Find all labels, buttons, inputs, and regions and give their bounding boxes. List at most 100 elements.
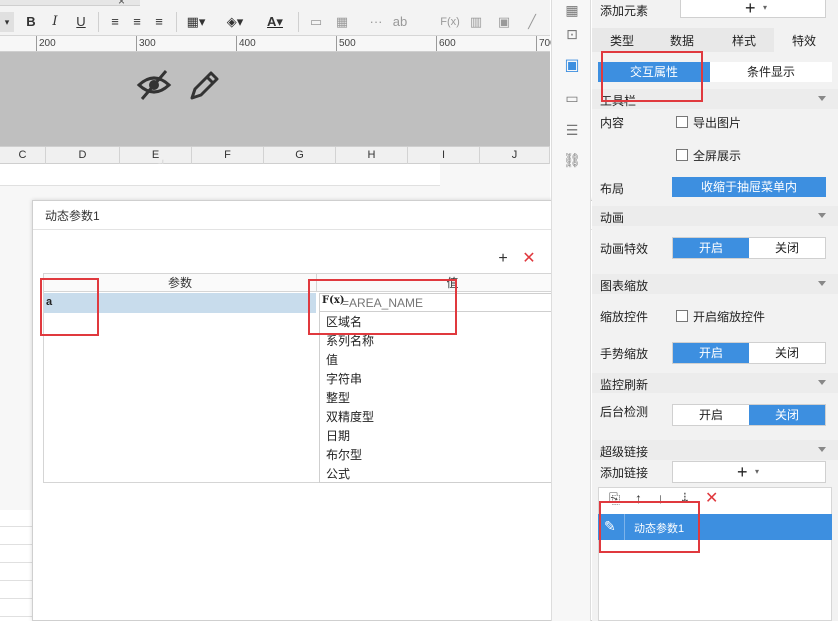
app-root: × ▾ B I U ≡ ≡ ≡ ▦▾ ◈▾ A▾ ▭ ▦ ··· ab F(x)… [0, 0, 838, 621]
layout-label: 布局 [600, 182, 625, 196]
insert-chart-icon[interactable]: ▥ [466, 12, 486, 32]
align-right-icon[interactable]: ≡ [150, 12, 168, 32]
section-label: 监控刷新 [600, 378, 649, 392]
highlight-box-link [599, 501, 700, 553]
section-label: 动画 [600, 211, 625, 225]
section-label: 图表缩放 [600, 279, 649, 293]
insert-ellipsis-icon[interactable]: ··· [366, 12, 386, 32]
option-integer[interactable]: 整型 [326, 389, 576, 408]
section-chart-zoom[interactable]: 图表缩放 [592, 274, 838, 294]
chevron-down-icon: ▾ [763, 3, 768, 12]
align-left-icon[interactable]: ≡ [106, 12, 124, 32]
background-on-button[interactable]: 开启 [673, 405, 749, 425]
insert-image-icon[interactable]: ▣ [494, 12, 514, 32]
section-monitor-refresh[interactable]: 监控刷新 [592, 373, 838, 393]
export-image-label: 导出图片 [693, 116, 742, 130]
border-icon[interactable]: ▦▾ [182, 12, 210, 32]
animation-off-button[interactable]: 关闭 [749, 238, 825, 258]
fill-color-icon[interactable]: ◈▾ [220, 12, 250, 32]
element-icon[interactable]: ▣ [562, 56, 582, 76]
insert-table-icon[interactable]: ▭ [306, 12, 326, 32]
highlight-box-value [308, 279, 457, 335]
animation-effect-label: 动画特效 [600, 242, 649, 256]
gesture-off-button[interactable]: 关闭 [749, 343, 825, 363]
gesture-zoom-toggle: 开启 关闭 [672, 342, 826, 364]
add-icon[interactable]: + [493, 249, 513, 269]
add-element-button[interactable]: + ▾ [680, 0, 826, 18]
italic-icon[interactable]: I [46, 12, 64, 32]
tab-type[interactable]: 类型 [610, 32, 634, 49]
chevron-down-icon: ▾ [755, 467, 760, 476]
column-header: C D E F G H I J [0, 146, 550, 164]
underline-icon[interactable]: U [72, 12, 90, 32]
zoom-control-checkbox[interactable] [676, 310, 688, 322]
column-letter[interactable]: G [264, 147, 336, 164]
font-color-icon[interactable]: A▾ [260, 12, 290, 32]
add-link-label: 添加链接 [600, 466, 649, 480]
zoom-control-option: 开启缩放控件 [693, 310, 766, 324]
content-label: 内容 [600, 116, 625, 130]
add-element-label: 添加元素 [600, 4, 649, 18]
option-double[interactable]: 双精度型 [326, 408, 576, 427]
option-string[interactable]: 字符串 [326, 370, 576, 389]
fullscreen-checkbox[interactable] [676, 149, 688, 161]
link-icon[interactable]: ⛓ [562, 150, 582, 170]
option-boolean[interactable]: 布尔型 [326, 446, 576, 465]
dialog-title: 动态参数1 [45, 209, 100, 223]
column-letter[interactable]: D [46, 147, 120, 164]
hidden-eye-icon[interactable] [136, 68, 172, 102]
insert-text-icon[interactable]: ab [390, 12, 410, 32]
insert-grid-icon[interactable]: ▦ [332, 12, 352, 32]
insert-slash-icon[interactable]: ╱ [522, 12, 542, 32]
delete-icon[interactable]: ✕ [705, 488, 718, 508]
section-hyperlink[interactable]: 超级链接 [592, 440, 838, 460]
section-label: 超级链接 [600, 445, 649, 459]
insert-formula-icon[interactable]: F(x) [440, 12, 460, 32]
chart-type-icon[interactable]: ▦ [562, 0, 582, 20]
widget-icon[interactable]: ⊡ [562, 24, 582, 44]
gesture-zoom-label: 手势缩放 [600, 347, 649, 361]
align-center-icon[interactable]: ≡ [128, 12, 146, 32]
plus-icon: + [737, 462, 748, 482]
bold-icon[interactable]: B [22, 12, 40, 32]
animation-toggle: 开启 关闭 [672, 237, 826, 259]
section-animation[interactable]: 动画 [592, 206, 838, 226]
background-check-label: 后台检测 [600, 405, 649, 419]
option-date[interactable]: 日期 [326, 427, 576, 446]
tab-effects[interactable]: 特效 [792, 32, 816, 49]
gesture-on-button[interactable]: 开启 [673, 343, 749, 363]
column-letter[interactable]: C [0, 147, 46, 164]
ruler-mark: 400 [239, 38, 256, 49]
background-check-toggle: 开启 关闭 [672, 404, 826, 426]
layers-icon[interactable]: ☰ [562, 120, 582, 140]
ruler-mark: 500 [339, 38, 356, 49]
panel-icon[interactable]: ▭ [562, 88, 582, 108]
tab-data[interactable]: 数据 [670, 32, 694, 49]
dropdown-arrow-icon[interactable]: ▾ [0, 12, 14, 32]
option-formula[interactable]: 公式 [326, 465, 576, 484]
export-image-checkbox[interactable] [676, 116, 688, 128]
column-letter[interactable]: J [480, 147, 550, 164]
fullscreen-label: 全屏展示 [693, 149, 742, 163]
subtab-condition-display[interactable]: 条件显示 [710, 62, 832, 82]
highlight-box-interaction [601, 51, 703, 102]
animation-on-button[interactable]: 开启 [673, 238, 749, 258]
edit-pencil-icon[interactable] [188, 68, 220, 102]
column-letter[interactable]: I [408, 147, 480, 164]
column-letter[interactable]: F [192, 147, 264, 164]
close-tab-icon[interactable]: × [118, 0, 125, 8]
side-icon-strip: ▦ ⊡ ▣ ▭ ☰ ⛓ [551, 0, 591, 621]
column-letter[interactable]: H [336, 147, 408, 164]
highlight-box-param [40, 278, 99, 336]
property-tabs: 类型 数据 样式 特效 [592, 28, 838, 52]
ruler-mark: 600 [439, 38, 456, 49]
format-toolbar: × ▾ B I U ≡ ≡ ≡ ▦▾ ◈▾ A▾ ▭ ▦ ··· ab F(x)… [0, 0, 550, 36]
tab-style[interactable]: 样式 [732, 32, 756, 49]
layout-select[interactable]: 收缩于抽屉菜单内 [672, 177, 826, 197]
delete-icon[interactable]: ✕ [519, 249, 539, 269]
option-value[interactable]: 值 [326, 351, 576, 370]
background-off-button[interactable]: 关闭 [749, 405, 825, 425]
add-link-button[interactable]: + ▾ [672, 461, 826, 483]
plus-icon: + [745, 0, 756, 18]
ruler-mark: 300 [139, 38, 156, 49]
